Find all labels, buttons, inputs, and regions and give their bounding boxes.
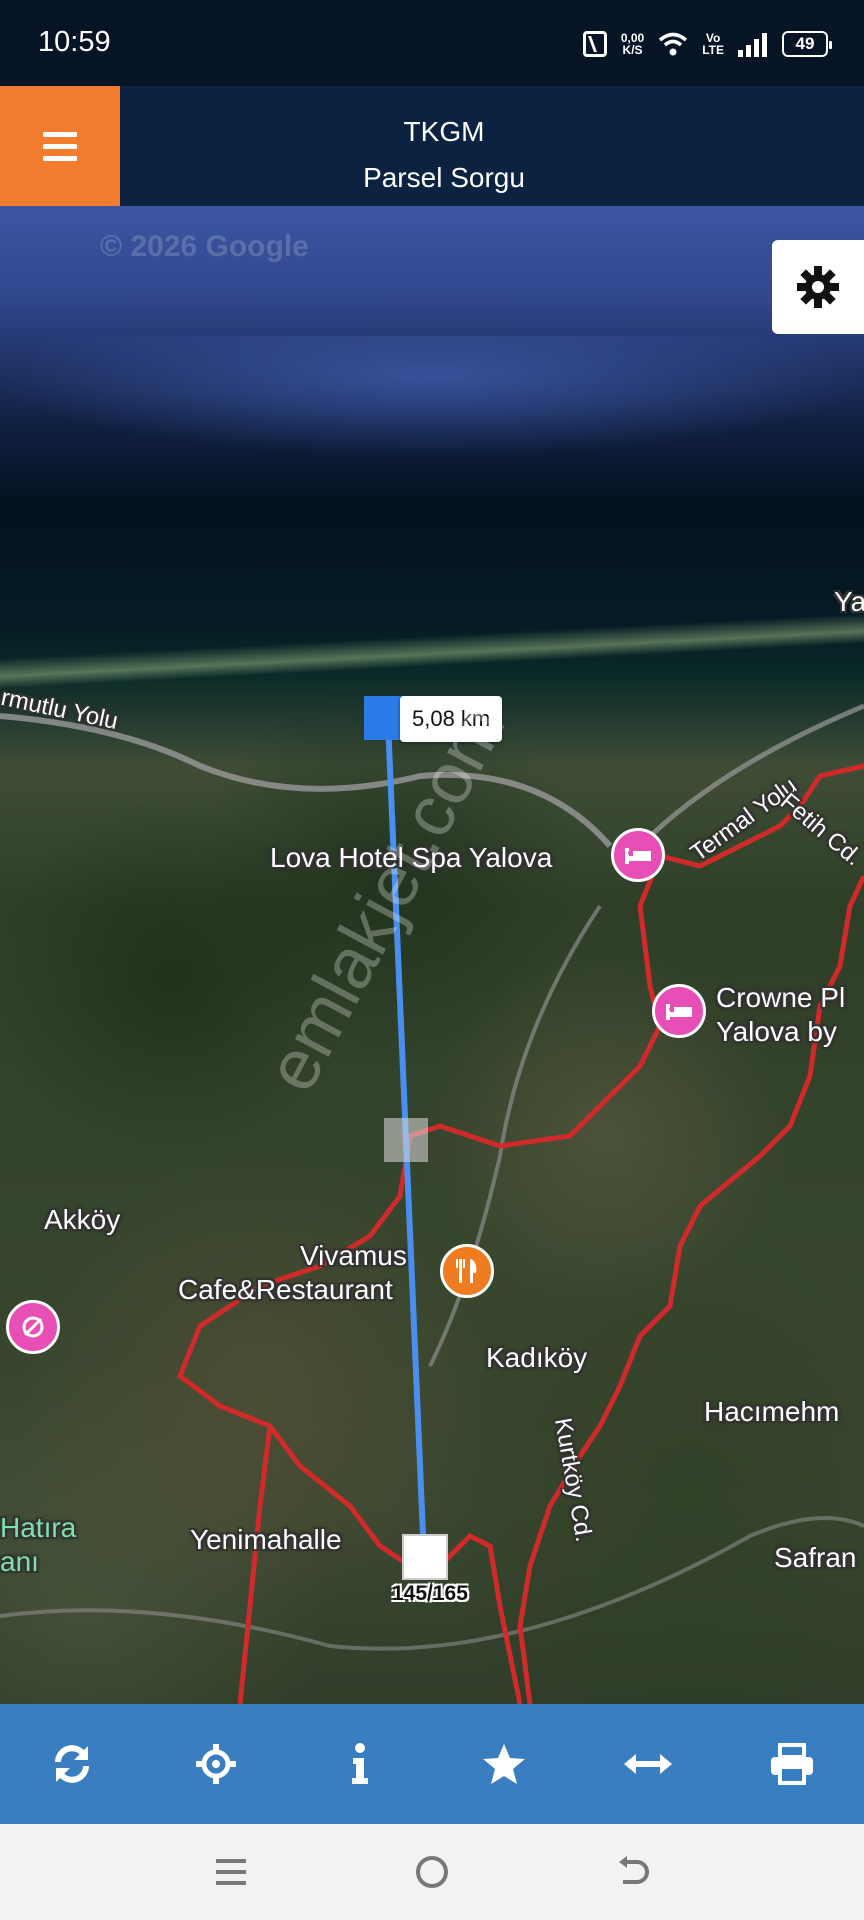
label-hacimehm: Hacımehm: [704, 1396, 840, 1427]
attraction-icon: [22, 1316, 44, 1338]
label-kadikoy: Kadıköy: [486, 1342, 588, 1373]
info-icon: [352, 1743, 368, 1784]
recent-apps-button[interactable]: [191, 1842, 271, 1902]
label-safran: Safran: [774, 1542, 857, 1573]
district-boundary: [176, 763, 864, 1704]
district-boundary-3: [237, 1425, 273, 1704]
map-view[interactable]: © 2026 Google rmutlu Yolu Lova Hotel Spa…: [0, 206, 864, 1704]
gear-icon: [797, 266, 839, 308]
menu-button[interactable]: [0, 86, 120, 206]
label-hatira-2: anı: [0, 1546, 39, 1577]
map-copyright: © 2026 Google: [100, 230, 309, 263]
locate-button[interactable]: [171, 1719, 261, 1809]
map-overlay: [0, 703, 864, 1704]
signal-icon: [738, 31, 768, 57]
hamburger-icon: [43, 131, 77, 137]
label-akkoy: Akköy: [44, 1204, 121, 1235]
label-yenimahalle: Yenimahalle: [190, 1524, 342, 1555]
net-speed-unit: K/S: [622, 43, 643, 57]
label-crowne-1: Crowne Pl: [716, 982, 846, 1013]
nfc-icon: [582, 31, 607, 57]
measure-mid-marker[interactable]: [384, 1118, 428, 1162]
volte-indicator: Vo LTE: [702, 32, 724, 56]
app-subtitle: Parsel Sorgu: [363, 162, 525, 193]
label-crowne-2: Yalova by: [716, 1016, 837, 1047]
hotel-icon: [625, 848, 651, 864]
info-button[interactable]: [315, 1719, 405, 1809]
print-icon: [771, 1743, 813, 1785]
label-hatira-1: Hatıra: [0, 1512, 77, 1543]
fork-knife-icon: [456, 1259, 477, 1283]
refresh-icon: [55, 1745, 89, 1783]
star-icon: [483, 1744, 525, 1784]
hotel-icon: [666, 1004, 692, 1020]
hotel-lova-poi[interactable]: [611, 828, 665, 882]
volte-bottom: LTE: [702, 43, 724, 57]
label-vivamus-1: Vivamus: [300, 1240, 407, 1271]
restaurant-vivamus-poi[interactable]: [440, 1244, 494, 1298]
label-ya: Ya: [834, 586, 864, 617]
battery-indicator: 49: [782, 31, 832, 57]
home-button[interactable]: [392, 1842, 472, 1902]
parcel-label: 145/165: [392, 1582, 468, 1605]
attraction-poi[interactable]: [6, 1300, 60, 1354]
back-button[interactable]: [593, 1842, 673, 1902]
status-time: 10:59: [38, 26, 111, 58]
system-nav-bar: [0, 1824, 864, 1920]
settings-button[interactable]: [772, 240, 864, 334]
recent-apps-icon: [215, 1859, 246, 1885]
home-icon: [415, 1856, 448, 1888]
measure-icon: [624, 1754, 672, 1774]
locate-icon: [196, 1744, 236, 1784]
app-title: TKGM: [403, 116, 485, 147]
label-vivamus-2: Cafe&Restaurant: [178, 1274, 393, 1305]
wifi-icon: [659, 32, 688, 56]
back-icon: [619, 1856, 650, 1884]
road-kadikoy: [428, 904, 602, 1367]
measure-end-marker[interactable]: [402, 1534, 448, 1580]
refresh-button[interactable]: [27, 1719, 117, 1809]
favorite-button[interactable]: [459, 1719, 549, 1809]
net-speed: 0,00 K/S: [621, 32, 644, 56]
status-icons: 0,00 K/S Vo LTE 49: [582, 24, 832, 64]
bottom-toolbar: [0, 1704, 864, 1824]
print-button[interactable]: [747, 1719, 837, 1809]
status-bar: 10:59 0,00 K/S Vo LTE 49: [0, 0, 864, 86]
hotel-crowne-poi[interactable]: [652, 984, 706, 1038]
app-header: TKGM Parsel Sorgu: [0, 86, 864, 206]
measure-button[interactable]: [603, 1719, 693, 1809]
